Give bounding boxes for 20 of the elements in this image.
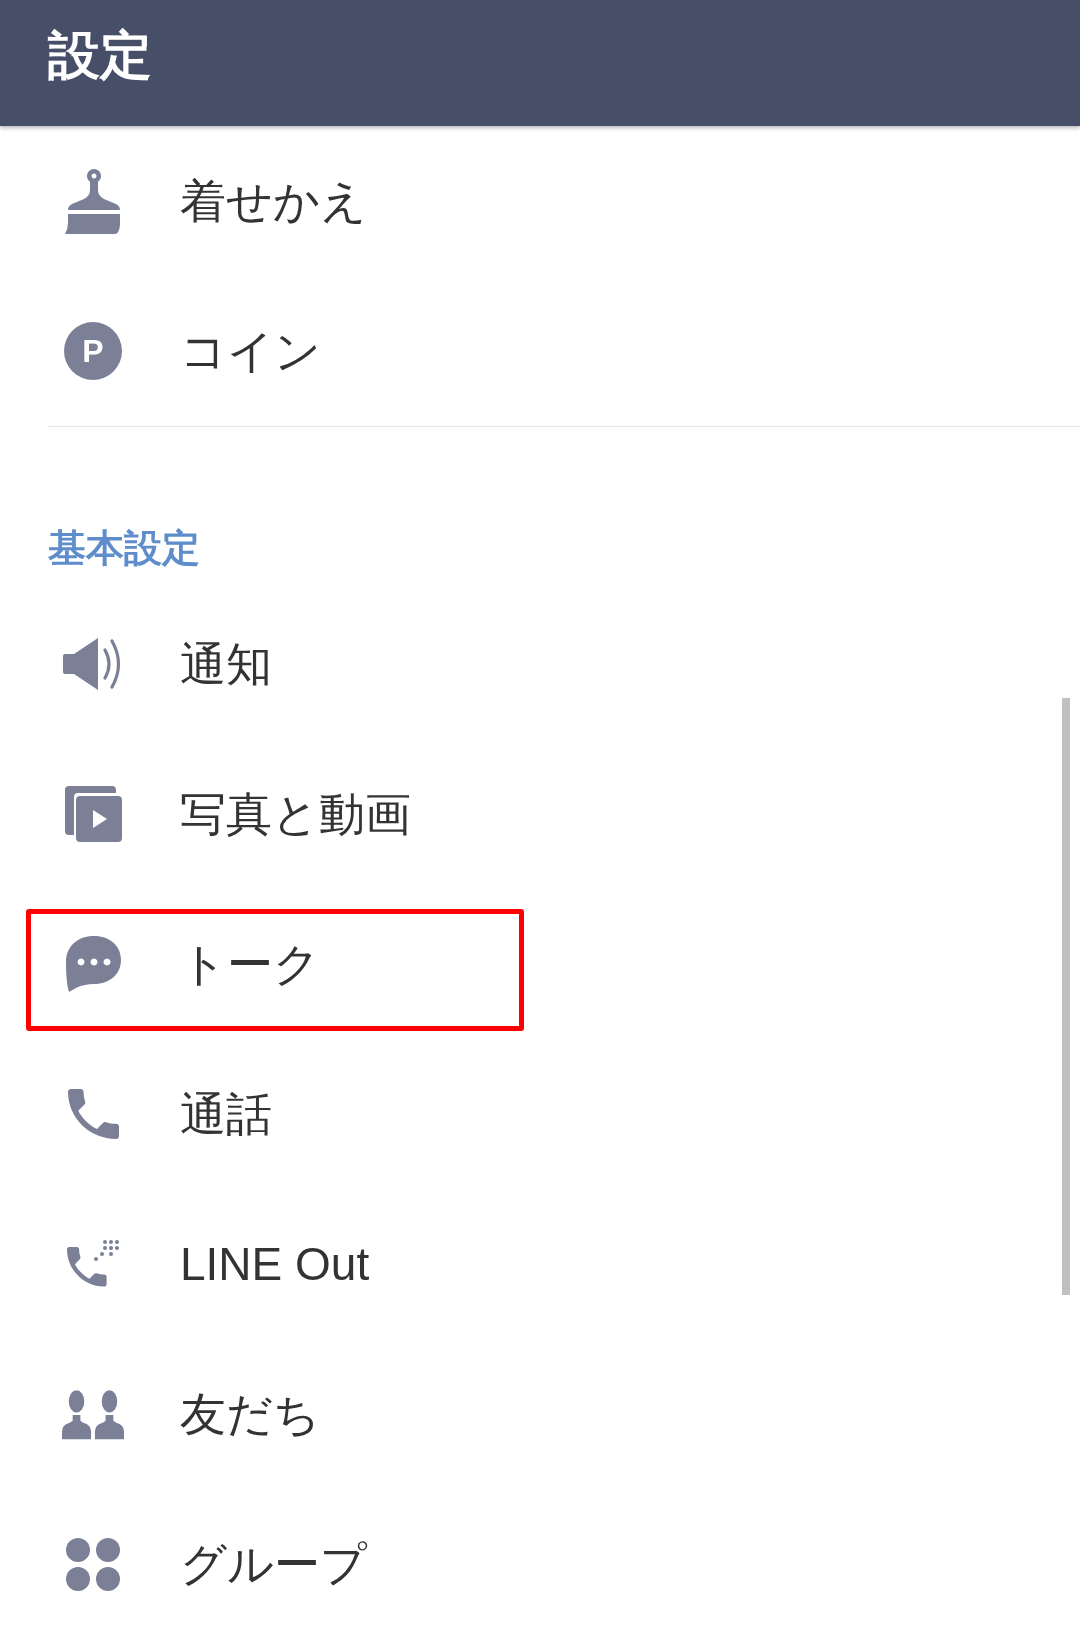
settings-item[interactable]: P コイン: [0, 276, 1080, 426]
settings-item[interactable]: 写真と動画: [0, 739, 1080, 889]
screen-title: 設定: [48, 25, 152, 85]
settings-item[interactable]: LINE Out: [0, 1189, 1080, 1339]
chat-bubble-icon: [65, 936, 121, 992]
settings-item[interactable]: グループ: [0, 1489, 1080, 1639]
coin-icon: P: [64, 322, 122, 380]
phone-icon: [67, 1089, 119, 1139]
settings-item[interactable]: 通話: [0, 1039, 1080, 1189]
brush-icon: [64, 168, 122, 234]
people-icon: [62, 1388, 124, 1440]
settings-item[interactable]: 着せかえ: [0, 126, 1080, 276]
settings-item[interactable]: トーク: [0, 889, 1080, 1039]
phone-keypad-icon: [67, 1239, 119, 1289]
four-dots-icon: [66, 1537, 120, 1591]
settings-item[interactable]: 通知: [0, 589, 1080, 739]
section-heading: 基本設定: [48, 526, 200, 570]
speaker-icon: [63, 638, 123, 690]
settings-item[interactable]: 友だち: [0, 1339, 1080, 1489]
video-stack-icon: [64, 786, 122, 842]
